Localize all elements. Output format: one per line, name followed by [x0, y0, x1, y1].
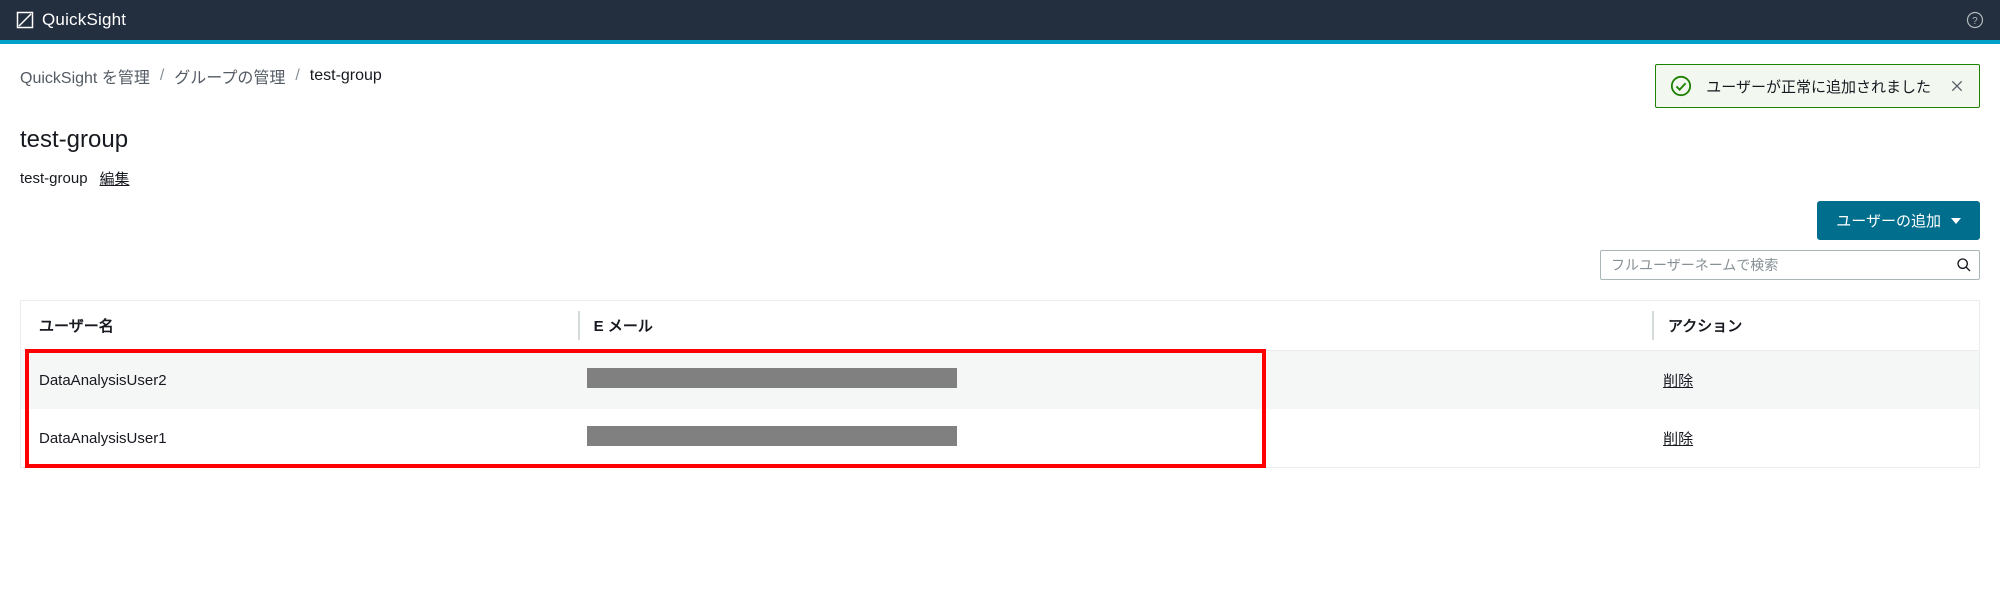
- cell-email: [587, 368, 1663, 392]
- add-user-label: ユーザーの追加: [1836, 210, 1941, 231]
- top-bar: QuickSight ?: [0, 0, 2000, 40]
- column-divider: [578, 311, 580, 340]
- toast-message: ユーザーが正常に追加されました: [1706, 76, 1931, 97]
- breadcrumb-item-current: test-group: [310, 67, 382, 85]
- search-icon[interactable]: [1956, 257, 1972, 273]
- success-toast: ユーザーが正常に追加されました: [1655, 64, 1980, 108]
- table-header: ユーザー名 E メール アクション: [21, 301, 1979, 351]
- edit-link[interactable]: 編集: [100, 168, 130, 189]
- caret-down-icon: [1951, 218, 1961, 224]
- column-divider: [1652, 311, 1654, 340]
- svg-text:?: ?: [1972, 16, 1978, 27]
- breadcrumb: QuickSight を管理 / グループの管理 / test-group: [20, 64, 382, 88]
- th-action: アクション: [1668, 301, 1961, 350]
- subtitle-row: test-group 編集: [20, 168, 1980, 189]
- cell-email: [587, 426, 1663, 450]
- add-user-button[interactable]: ユーザーの追加: [1817, 201, 1980, 240]
- breadcrumb-separator: /: [160, 67, 164, 85]
- cell-username: DataAnalysisUser2: [39, 372, 587, 389]
- page-title: test-group: [20, 126, 1980, 154]
- group-name-label: test-group: [20, 170, 88, 187]
- table-body: DataAnalysisUser2 削除 DataAnalysisUser1 削…: [21, 351, 1979, 467]
- table-row: DataAnalysisUser1 削除: [21, 409, 1979, 467]
- search-field: [1600, 250, 1980, 280]
- th-email: E メール: [594, 301, 1652, 350]
- breadcrumb-item[interactable]: グループの管理: [174, 64, 285, 88]
- redacted-block: [587, 368, 957, 388]
- delete-link[interactable]: 削除: [1663, 431, 1693, 448]
- redacted-block: [587, 426, 957, 446]
- quicksight-logo-icon: [16, 11, 34, 29]
- brand-area: QuickSight: [16, 10, 126, 30]
- breadcrumb-separator: /: [295, 67, 299, 85]
- delete-link[interactable]: 削除: [1663, 373, 1693, 390]
- close-icon[interactable]: [1949, 78, 1965, 94]
- success-check-icon: [1670, 75, 1692, 97]
- help-icon[interactable]: ?: [1966, 11, 1984, 29]
- users-table: ユーザー名 E メール アクション DataAnalysisUser2 削除 D…: [20, 300, 1980, 468]
- cell-username: DataAnalysisUser1: [39, 430, 587, 447]
- table-row: DataAnalysisUser2 削除: [21, 351, 1979, 409]
- brand-name: QuickSight: [42, 10, 126, 30]
- search-input[interactable]: [1600, 250, 1980, 280]
- breadcrumb-item[interactable]: QuickSight を管理: [20, 64, 150, 88]
- th-user: ユーザー名: [39, 301, 578, 350]
